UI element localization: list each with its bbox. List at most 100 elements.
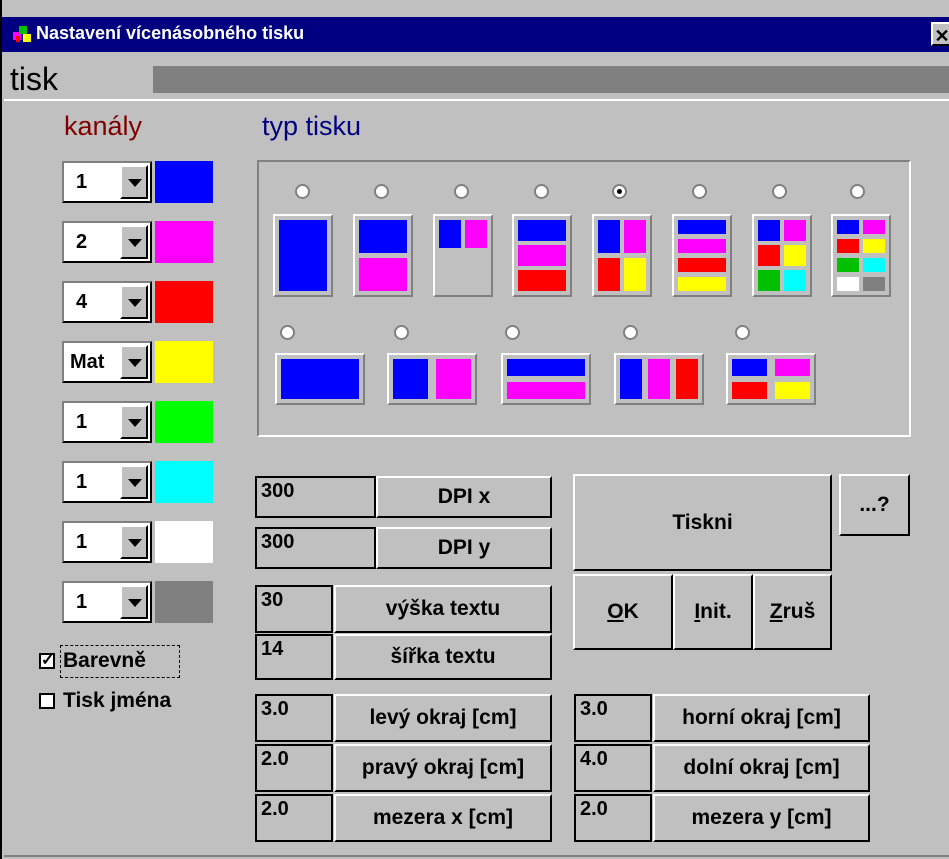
print-type-group bbox=[257, 160, 911, 437]
channel-select[interactable]: 1 bbox=[62, 521, 152, 563]
ok-mnemonic: O bbox=[607, 600, 624, 623]
color-checkbox-label[interactable]: Barevně bbox=[63, 649, 146, 673]
channel-select[interactable]: 2 bbox=[62, 221, 152, 263]
text-height-field[interactable]: 30 bbox=[255, 585, 333, 633]
top-margin-button[interactable]: horní okraj [cm] bbox=[653, 694, 870, 742]
dropdown-arrow-icon[interactable] bbox=[120, 405, 148, 439]
dpi-y-field[interactable]: 300 bbox=[255, 527, 376, 569]
tab-divider bbox=[4, 99, 949, 101]
print-settings-window: Nastavení vícenásobného tisku ✕ tisk kan… bbox=[0, 0, 949, 859]
gap-x-button[interactable]: mezera x [cm] bbox=[334, 794, 552, 842]
gap-y-button[interactable]: mezera y [cm] bbox=[653, 794, 870, 842]
left-margin-button[interactable]: levý okraj [cm] bbox=[334, 694, 552, 742]
channel-value: 1 bbox=[76, 171, 88, 193]
init-button[interactable]: Init. bbox=[673, 574, 753, 650]
channel-value: 4 bbox=[76, 291, 88, 313]
layout-radio[interactable] bbox=[454, 184, 469, 199]
cancel-button[interactable]: Zruš bbox=[753, 574, 832, 650]
layout-radio[interactable] bbox=[623, 325, 638, 340]
layout-3-rows[interactable] bbox=[512, 214, 572, 297]
layout-8-grid[interactable] bbox=[831, 214, 891, 297]
close-icon: ✕ bbox=[934, 26, 949, 46]
layout-1-page[interactable] bbox=[273, 214, 333, 297]
channel-select[interactable]: Mat bbox=[62, 341, 152, 383]
close-button[interactable]: ✕ bbox=[931, 22, 949, 46]
top-margin-field[interactable]: 3.0 bbox=[574, 694, 652, 742]
channel-value: 1 bbox=[76, 471, 88, 493]
gap-x-field[interactable]: 2.0 bbox=[255, 794, 333, 842]
layout-6-grid[interactable] bbox=[752, 214, 812, 297]
dpi-x-button[interactable]: DPI x bbox=[376, 476, 552, 518]
bottom-margin-field[interactable]: 4.0 bbox=[574, 744, 652, 792]
channel-color-swatch bbox=[155, 521, 213, 563]
layout-landscape-2-rows[interactable] bbox=[501, 353, 591, 405]
layout-4-grid[interactable] bbox=[592, 214, 652, 297]
left-margin-field[interactable]: 3.0 bbox=[255, 694, 333, 742]
layout-radio[interactable] bbox=[850, 184, 865, 199]
text-height-button[interactable]: výška textu bbox=[334, 585, 552, 633]
layout-radio[interactable] bbox=[295, 184, 310, 199]
print-button[interactable]: Tiskni bbox=[573, 474, 832, 571]
layout-radio[interactable] bbox=[692, 184, 707, 199]
layout-radio[interactable] bbox=[394, 325, 409, 340]
layout-landscape-1[interactable] bbox=[275, 353, 365, 405]
print-name-checkbox-label[interactable]: Tisk jména bbox=[63, 689, 171, 713]
layout-radio-selected[interactable] bbox=[612, 184, 627, 199]
dropdown-arrow-icon[interactable] bbox=[120, 525, 148, 559]
channel-color-swatch bbox=[155, 461, 213, 503]
channel-value: 1 bbox=[76, 531, 88, 553]
cancel-mnemonic: Z bbox=[769, 600, 783, 623]
layout-landscape-3[interactable] bbox=[614, 353, 704, 405]
dropdown-arrow-icon[interactable] bbox=[120, 285, 148, 319]
dpi-x-field[interactable]: 300 bbox=[255, 476, 376, 518]
channel-value: 1 bbox=[76, 411, 88, 433]
color-checkbox[interactable]: ✓ bbox=[39, 652, 55, 669]
dropdown-arrow-icon[interactable] bbox=[120, 585, 148, 619]
channel-color-swatch bbox=[155, 341, 213, 383]
channel-select[interactable]: 1 bbox=[62, 581, 152, 623]
dropdown-arrow-icon[interactable] bbox=[120, 465, 148, 499]
window-bottom-edge bbox=[4, 855, 949, 857]
layout-radio[interactable] bbox=[772, 184, 787, 199]
channel-value: 2 bbox=[76, 231, 88, 253]
bottom-margin-button[interactable]: dolní okraj [cm] bbox=[653, 744, 870, 792]
layout-radio[interactable] bbox=[505, 325, 520, 340]
layout-radio[interactable] bbox=[280, 325, 295, 340]
text-width-button[interactable]: šířka textu bbox=[334, 634, 552, 680]
layout-radio[interactable] bbox=[534, 184, 549, 199]
help-button[interactable]: ...? bbox=[839, 474, 910, 536]
layout-radio[interactable] bbox=[374, 184, 389, 199]
channel-value: 1 bbox=[76, 591, 88, 613]
print-name-checkbox[interactable] bbox=[39, 693, 55, 709]
app-icon bbox=[13, 26, 31, 42]
dropdown-arrow-icon[interactable] bbox=[120, 345, 148, 379]
tab-tisk[interactable]: tisk bbox=[10, 61, 58, 98]
dropdown-arrow-icon[interactable] bbox=[120, 165, 148, 199]
layout-landscape-2[interactable] bbox=[387, 353, 477, 405]
channel-color-swatch bbox=[155, 401, 213, 443]
gap-y-field[interactable]: 2.0 bbox=[574, 794, 652, 842]
text-width-field[interactable]: 14 bbox=[255, 634, 333, 680]
layout-2-small[interactable] bbox=[433, 214, 493, 297]
channel-select[interactable]: 4 bbox=[62, 281, 152, 323]
right-margin-field[interactable]: 2.0 bbox=[255, 744, 333, 792]
checkmark-icon: ✓ bbox=[41, 652, 55, 669]
ok-button[interactable]: OK bbox=[573, 574, 673, 650]
channel-value: Mat bbox=[70, 351, 105, 373]
dropdown-arrow-icon[interactable] bbox=[120, 225, 148, 259]
dpi-y-button[interactable]: DPI y bbox=[376, 527, 552, 569]
title-bar: Nastavení vícenásobného tisku ✕ bbox=[2, 17, 949, 52]
channel-color-swatch bbox=[155, 221, 213, 263]
layout-2-rows[interactable] bbox=[353, 214, 413, 297]
ok-label: K bbox=[623, 600, 639, 623]
layout-landscape-4[interactable] bbox=[726, 353, 816, 405]
channel-color-swatch bbox=[155, 281, 213, 323]
channel-select[interactable]: 1 bbox=[62, 161, 152, 203]
channel-color-swatch bbox=[155, 581, 213, 623]
channel-select[interactable]: 1 bbox=[62, 401, 152, 443]
layout-4-rows[interactable] bbox=[672, 214, 732, 297]
layout-radio[interactable] bbox=[735, 325, 750, 340]
right-margin-button[interactable]: pravý okraj [cm] bbox=[334, 744, 552, 792]
channel-select[interactable]: 1 bbox=[62, 461, 152, 503]
cancel-label: ruš bbox=[782, 600, 816, 623]
